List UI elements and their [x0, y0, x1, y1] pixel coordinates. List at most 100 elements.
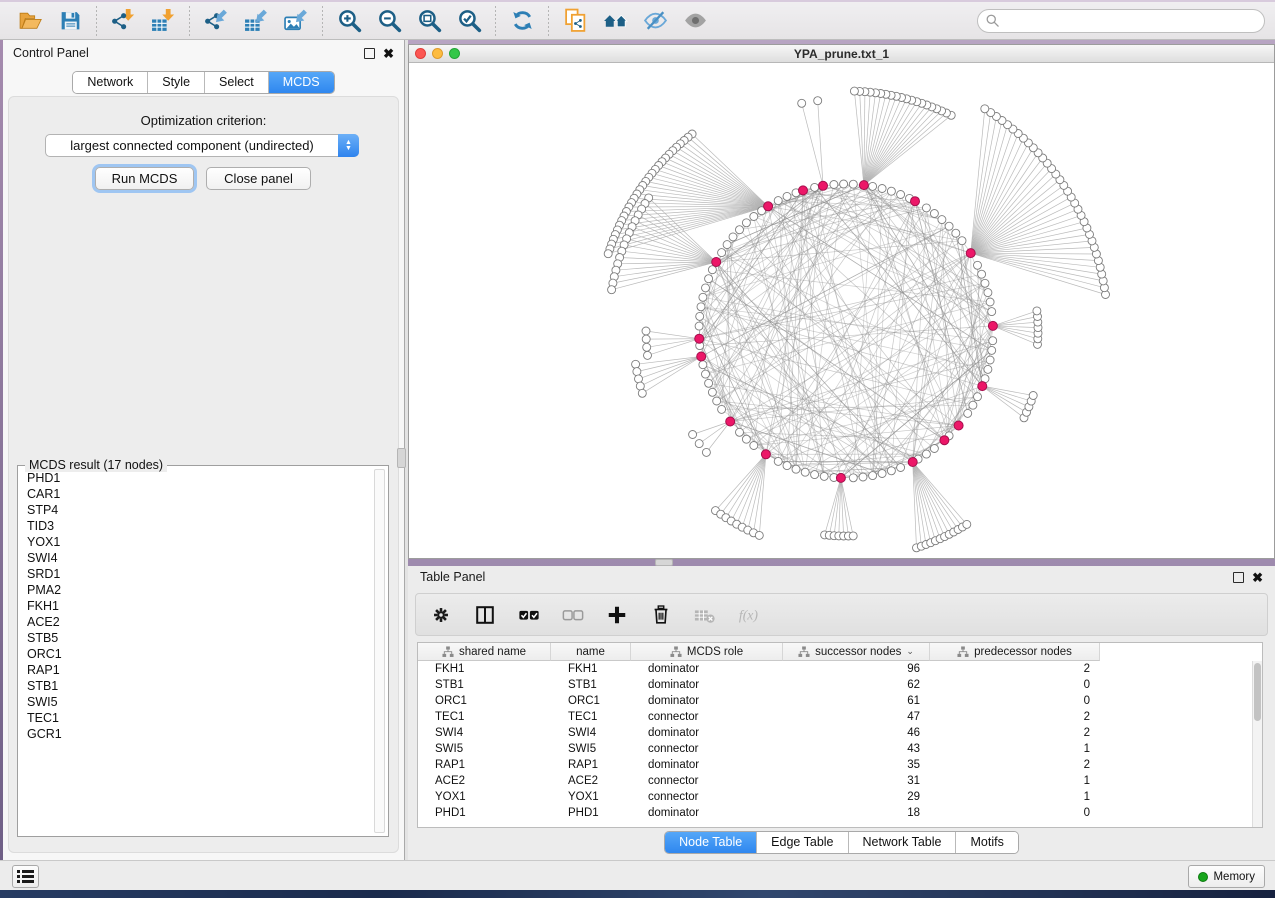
- deselect-all-rows-button[interactable]: [562, 604, 584, 626]
- column-header-MCDS-role[interactable]: MCDS role: [631, 643, 783, 661]
- add-column-button[interactable]: [606, 604, 628, 626]
- close-panel-icon[interactable]: ✖: [383, 48, 394, 59]
- attribute-tree-icon: [442, 646, 454, 658]
- mcds-result-item[interactable]: SRD1: [21, 566, 372, 582]
- mcds-result-item[interactable]: ACE2: [21, 614, 372, 630]
- table-row[interactable]: ACE2ACE2connector311: [418, 773, 1252, 789]
- delete-column-button[interactable]: [650, 604, 672, 626]
- attribute-tree-icon: [798, 646, 810, 658]
- tab-mcds[interactable]: MCDS: [269, 72, 334, 93]
- main-toolbar: [0, 0, 1275, 40]
- mcds-result-item[interactable]: YOX1: [21, 534, 372, 550]
- cell-name: STB1: [551, 677, 631, 693]
- tab-motifs[interactable]: Motifs: [956, 832, 1017, 853]
- criterion-dropdown[interactable]: largest connected component (undirected)…: [45, 134, 359, 157]
- column-header-name[interactable]: name: [551, 643, 631, 661]
- mcds-result-item[interactable]: PMA2: [21, 582, 372, 598]
- zoom-selected-button[interactable]: [449, 4, 489, 38]
- mcds-result-item[interactable]: RAP1: [21, 662, 372, 678]
- tab-network[interactable]: Network: [73, 72, 148, 93]
- table-row[interactable]: PHD1PHD1dominator180: [418, 805, 1252, 821]
- mcds-result-item[interactable]: GCR1: [21, 726, 372, 742]
- table-panel-header: Table Panel ✖: [408, 566, 1275, 588]
- horizontal-splitter-handle[interactable]: [655, 559, 673, 566]
- table-row[interactable]: STB1STB1dominator620: [418, 677, 1252, 693]
- close-panel-button[interactable]: Close panel: [206, 167, 311, 190]
- zoom-in-button[interactable]: [329, 4, 369, 38]
- zoom-fit-icon: [417, 8, 442, 33]
- run-mcds-button[interactable]: Run MCDS: [95, 167, 194, 190]
- mcds-result-item[interactable]: ORC1: [21, 646, 372, 662]
- tab-network-table[interactable]: Network Table: [849, 832, 957, 853]
- mcds-result-item[interactable]: FKH1: [21, 598, 372, 614]
- cell-shared-name: ACE2: [418, 773, 551, 789]
- table-row[interactable]: RAP1RAP1dominator352: [418, 757, 1252, 773]
- table-row[interactable]: YOX1YOX1connector291: [418, 789, 1252, 805]
- open-file-button[interactable]: [10, 4, 50, 38]
- column-header-shared-name[interactable]: shared name: [418, 643, 551, 661]
- mcds-result-item[interactable]: STP4: [21, 502, 372, 518]
- table-settings-button[interactable]: [430, 604, 452, 626]
- table-row[interactable]: ORC1ORC1dominator610: [418, 693, 1252, 709]
- save-session-button[interactable]: [50, 4, 90, 38]
- export-image-button[interactable]: [276, 4, 316, 38]
- open-file-icon: [18, 8, 43, 33]
- select-all-rows-button[interactable]: [518, 604, 540, 626]
- column-header-predecessor-nodes[interactable]: predecessor nodes: [930, 643, 1100, 661]
- column-header-successor-nodes[interactable]: successor nodes⌄: [783, 643, 930, 661]
- table-row[interactable]: TEC1TEC1connector472: [418, 709, 1252, 725]
- task-history-button[interactable]: [12, 865, 39, 888]
- table-row[interactable]: FKH1FKH1dominator962: [418, 661, 1252, 677]
- cell-successor-nodes: 46: [783, 725, 930, 741]
- tab-edge-table[interactable]: Edge Table: [757, 832, 848, 853]
- toolbar-separator: [322, 6, 323, 36]
- memory-button[interactable]: Memory: [1188, 865, 1265, 888]
- search-input[interactable]: [977, 9, 1265, 33]
- import-table-button[interactable]: [143, 4, 183, 38]
- mcds-result-item[interactable]: STB1: [21, 678, 372, 694]
- tab-select[interactable]: Select: [205, 72, 269, 93]
- cell-MCDS-role: connector: [631, 789, 783, 805]
- cell-name: FKH1: [551, 661, 631, 677]
- mcds-result-item[interactable]: SWI4: [21, 550, 372, 566]
- import-network-button[interactable]: [103, 4, 143, 38]
- tab-node-table[interactable]: Node Table: [665, 832, 757, 853]
- task-list-icon: [17, 869, 34, 884]
- table-row[interactable]: SWI4SWI4dominator462: [418, 725, 1252, 741]
- mcds-result-item[interactable]: SWI5: [21, 694, 372, 710]
- hide-selected-button[interactable]: [635, 4, 675, 38]
- cell-shared-name: PHD1: [418, 805, 551, 821]
- mcds-result-item[interactable]: STB5: [21, 630, 372, 646]
- export-network-button[interactable]: [196, 4, 236, 38]
- delete-table-button: [694, 604, 716, 626]
- mcds-list-scrollbar[interactable]: [374, 469, 385, 833]
- zoom-fit-button[interactable]: [409, 4, 449, 38]
- network-canvas[interactable]: [409, 63, 1274, 558]
- network-view-window: YPA_prune.txt_1: [408, 44, 1275, 559]
- search-icon: [985, 13, 1000, 28]
- cell-predecessor-nodes: 1: [930, 789, 1100, 805]
- mcds-result-item[interactable]: TEC1: [21, 710, 372, 726]
- vertical-splitter-handle[interactable]: [397, 448, 406, 468]
- first-neighbors-button[interactable]: [595, 4, 635, 38]
- show-all-button[interactable]: [675, 4, 715, 38]
- table-row[interactable]: SWI5SWI5connector431: [418, 741, 1252, 757]
- mcds-result-item[interactable]: PHD1: [21, 470, 372, 486]
- show-all-icon: [683, 8, 708, 33]
- memory-label: Memory: [1213, 871, 1255, 883]
- show-columns-button[interactable]: [474, 604, 496, 626]
- mcds-result-list[interactable]: PHD1CAR1STP4TID3YOX1SWI4SRD1PMA2FKH1ACE2…: [21, 470, 372, 833]
- table-scrollbar[interactable]: [1252, 661, 1262, 827]
- close-table-panel-icon[interactable]: ✖: [1252, 572, 1263, 583]
- clone-network-button[interactable]: [555, 4, 595, 38]
- refresh-layout-button[interactable]: [502, 4, 542, 38]
- tab-style[interactable]: Style: [148, 72, 205, 93]
- cell-successor-nodes: 61: [783, 693, 930, 709]
- export-table-button[interactable]: [236, 4, 276, 38]
- table-scrollbar-thumb[interactable]: [1254, 663, 1261, 721]
- mcds-result-item[interactable]: CAR1: [21, 486, 372, 502]
- mcds-result-item[interactable]: TID3: [21, 518, 372, 534]
- float-panel-icon[interactable]: [364, 48, 375, 59]
- float-table-panel-icon[interactable]: [1233, 572, 1244, 583]
- zoom-out-button[interactable]: [369, 4, 409, 38]
